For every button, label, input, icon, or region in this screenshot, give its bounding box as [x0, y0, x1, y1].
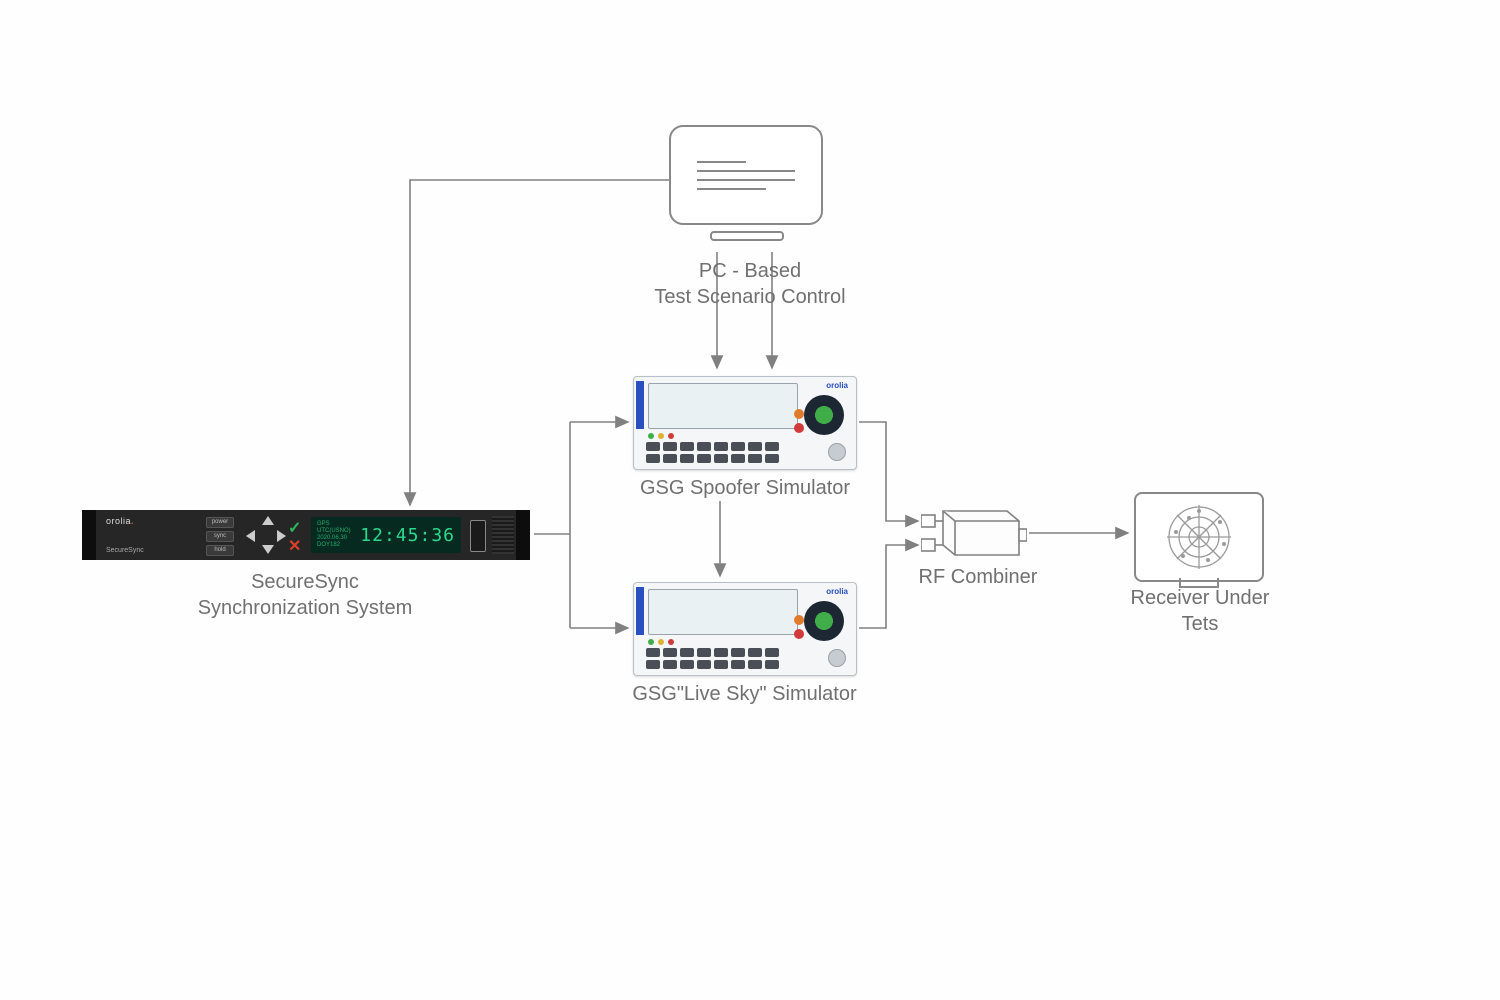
nav-wheel-icon	[804, 395, 844, 435]
rf-combiner-device	[921, 509, 1027, 559]
output-knob-icon	[828, 649, 846, 667]
pc-monitor	[669, 125, 825, 247]
receiver-device	[1134, 492, 1262, 586]
gsg-screen-icon	[648, 383, 798, 429]
model-label: SecureSync	[106, 547, 144, 554]
output-knob-icon	[828, 443, 846, 461]
gsg-spoofer-device: orolia	[633, 376, 857, 470]
pc-label: PC - Based Test Scenario Control	[620, 258, 880, 310]
serial-port-icon	[470, 520, 486, 552]
dpad-icon	[246, 516, 286, 554]
speaker-grille-icon	[492, 516, 514, 554]
brand-label: orolia.	[106, 516, 134, 526]
receiver-label: Receiver Under Tets	[1110, 585, 1290, 637]
skyplot-icon	[1136, 494, 1262, 580]
livesky-label: GSG"Live Sky" Simulator	[612, 681, 877, 707]
nav-wheel-icon	[804, 601, 844, 641]
check-icon: ✓	[288, 518, 301, 538]
gsg-brand: orolia	[826, 587, 848, 596]
gsg-screen-icon	[648, 589, 798, 635]
gsg-brand: orolia	[826, 381, 848, 390]
x-icon: ✕	[288, 536, 301, 556]
gsg-livesky-device: orolia	[633, 582, 857, 676]
securesync-device: orolia. SecureSync power sync hold ✓ ✕ G…	[82, 510, 530, 560]
rfcombiner-label: RF Combiner	[908, 564, 1048, 590]
spoofer-label: GSG Spoofer Simulator	[620, 475, 870, 501]
lcd-display: GPS UTC(USNO) 2020.06.30 DOY182 12:45:36	[311, 517, 461, 553]
status-buttons: power sync hold	[206, 517, 234, 556]
keypad-icon	[646, 645, 806, 669]
keypad-icon	[646, 439, 806, 463]
securesync-label: SecureSync Synchronization System	[150, 569, 460, 621]
document-lines-icon	[669, 125, 823, 225]
